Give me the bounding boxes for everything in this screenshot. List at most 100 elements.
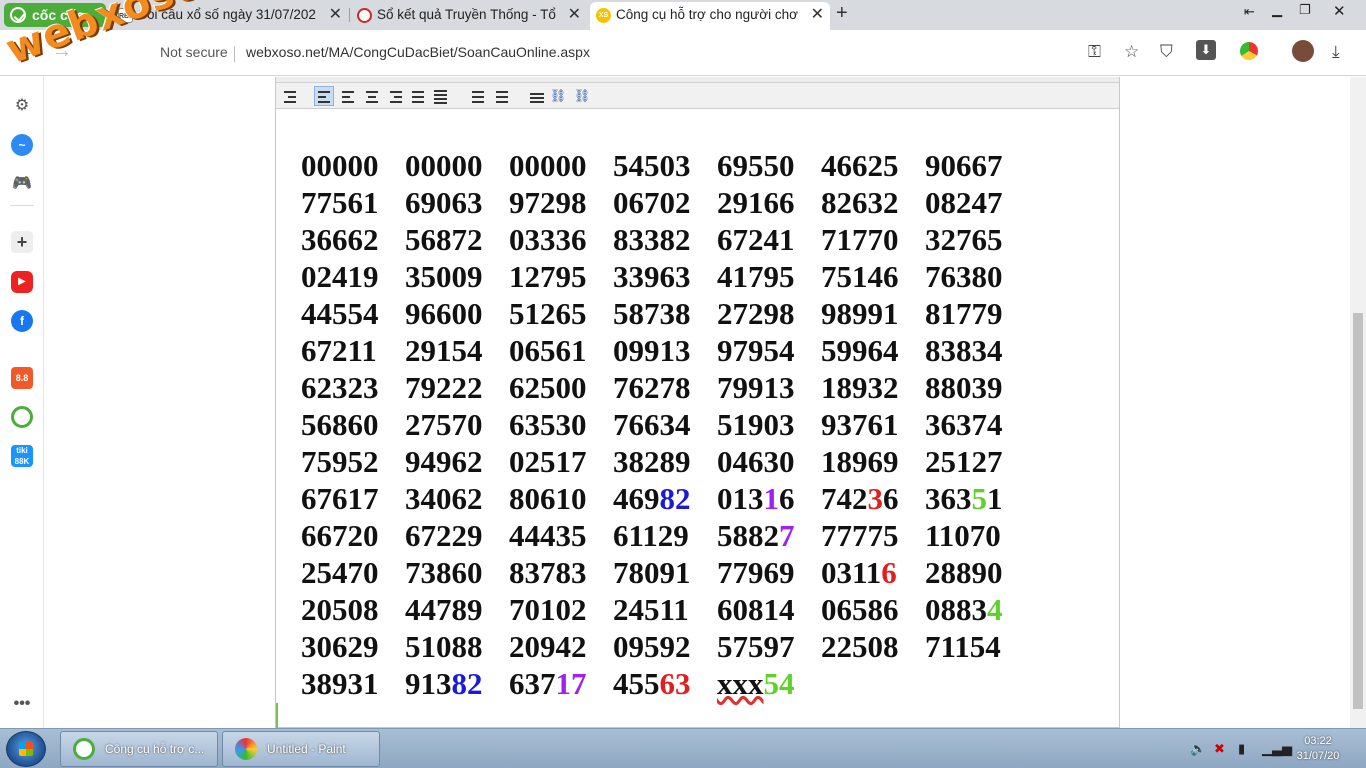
extension-icon[interactable] — [1240, 42, 1258, 60]
tab-so-ket-qua[interactable]: Sổ kết quả Truyền Thống - Tổ ✕ — [351, 2, 587, 30]
grid-number: 79222 — [405, 369, 483, 406]
youtube-icon[interactable]: ▶ — [11, 271, 33, 293]
number-text: 97298 — [509, 185, 587, 220]
network-error-icon[interactable]: ✖ — [1214, 741, 1225, 757]
number-text: 62500 — [509, 370, 587, 405]
align-right-icon[interactable] — [386, 86, 406, 106]
rich-text-editor[interactable]: ⛓ ⛓ 00000 00000 00000 54503 69550 46625 90667 7… — [275, 77, 1120, 728]
system-clock[interactable]: 03:22 31/07/20 — [1288, 734, 1348, 764]
address-bar[interactable]: Not secure webxoso.net/MA/CongCuDacBiet/… — [88, 36, 1108, 70]
key-icon[interactable]: ⚿ — [1088, 42, 1101, 62]
number-text: 78091 — [613, 555, 691, 590]
number-text: 94962 — [405, 444, 483, 479]
new-tab-icon[interactable]: + — [836, 2, 848, 25]
messenger-icon[interactable]: ~ — [11, 134, 33, 156]
volume-icon[interactable]: 🔈 — [1190, 741, 1206, 757]
page-scrollbar[interactable] — [1350, 77, 1366, 728]
tiki-icon[interactable]: tiki 88K — [11, 445, 33, 467]
grid-number: 41795 — [717, 258, 795, 295]
grid-number: 56872 — [405, 221, 483, 258]
number-text: 67241 — [717, 222, 795, 257]
grid-number: 80610 — [509, 480, 587, 517]
grid-number: 59964 — [821, 332, 899, 369]
number-text: 67617 — [301, 481, 379, 516]
tab-label: Sổ kết quả Truyền Thống - Tổ — [377, 7, 556, 22]
taskbar-item-browser[interactable]: Công cụ hỗ trợ c... — [60, 731, 218, 767]
grid-number: 35009 — [405, 258, 483, 295]
power-icon[interactable]: ▮ — [1238, 741, 1245, 757]
taskbar-item-paint[interactable]: Untitled - Paint — [222, 731, 380, 767]
star-icon[interactable]: ☆ — [1124, 42, 1139, 62]
grid-number: 36351 — [925, 480, 1003, 517]
clock-time: 03:22 — [1304, 735, 1332, 747]
number-text: 0883 — [925, 592, 987, 627]
shield-icon[interactable]: ⛉ — [1160, 42, 1173, 62]
minimize-icon[interactable]: ▁ — [1272, 2, 1282, 18]
number-text: 6 — [883, 481, 899, 516]
number-text: 71770 — [821, 222, 899, 257]
start-button[interactable] — [6, 731, 46, 767]
grid-number: 33963 — [613, 258, 691, 295]
close-tab-icon[interactable]: ✕ — [811, 2, 824, 28]
number-text: 6 — [779, 481, 795, 516]
justify-full-icon[interactable] — [430, 86, 450, 106]
more-icon[interactable]: ••• — [11, 693, 33, 715]
grid-number: 67229 — [405, 517, 483, 554]
restore-icon[interactable]: ❐ — [1299, 2, 1311, 18]
grid-number: 38931 — [301, 665, 379, 702]
number-text: 38931 — [301, 666, 379, 701]
number-text: 35009 — [405, 259, 483, 294]
number-text: 00000 — [301, 148, 379, 183]
tab-cong-cu[interactable]: XS Công cụ hỗ trợ cho người chơ ✕ — [590, 2, 830, 30]
numbered-list-icon[interactable] — [466, 86, 486, 106]
scrollbar-thumb[interactable] — [1353, 313, 1363, 709]
downloads-arrow-icon[interactable]: ⤓ — [1332, 42, 1340, 62]
number-text: 34062 — [405, 481, 483, 516]
grid-number: 12795 — [509, 258, 587, 295]
outdent-icon[interactable] — [280, 86, 300, 106]
shopee-icon[interactable]: 8.8 — [11, 367, 33, 389]
text-cursor — [276, 703, 278, 728]
game-controller-icon[interactable]: 🎮 — [11, 173, 33, 195]
horizontal-rule-icon[interactable] — [526, 86, 546, 106]
grid-number: 67617 — [301, 480, 379, 517]
close-tab-icon[interactable]: ✕ — [568, 2, 581, 28]
add-icon[interactable]: + — [11, 231, 33, 253]
number-grid: 00000 00000 00000 54503 69550 46625 90667 77561… — [301, 147, 1041, 702]
justify-icon[interactable] — [408, 86, 428, 106]
bullet-list-icon[interactable] — [490, 86, 510, 106]
grid-row: 44554 96600 51265 58738 27298 98991 81779 — [301, 295, 1041, 332]
number-text: 913 — [405, 666, 452, 701]
tab-search-icon[interactable]: ⇤ — [1244, 4, 1255, 20]
settings-gear-icon[interactable]: ⚙ — [11, 95, 33, 117]
align-left-icon[interactable] — [338, 86, 358, 106]
facebook-icon[interactable]: f — [11, 310, 33, 332]
grid-row: 38931 91382 63717 45563 xxx54 — [301, 665, 1041, 702]
close-window-icon[interactable]: ✕ — [1333, 2, 1346, 20]
grid-number: 56860 — [301, 406, 379, 443]
task-label: Công cụ hỗ trợ c... — [105, 742, 205, 756]
download-icon[interactable]: ⬇ — [1196, 40, 1216, 60]
number-text: 44554 — [301, 296, 379, 331]
close-tab-icon[interactable]: ✕ — [329, 2, 342, 28]
url-text[interactable]: webxoso.net/MA/CongCuDacBiet/SoanCauOnli… — [246, 44, 590, 60]
grid-number: 81779 — [925, 295, 1003, 332]
insert-link-icon[interactable]: ⛓ — [548, 86, 568, 106]
grid-number: 67241 — [717, 221, 795, 258]
avatar[interactable] — [1292, 40, 1314, 62]
grid-number: 20508 — [301, 591, 379, 628]
page-content: ⛓ ⛓ 00000 00000 00000 54503 69550 46625 90667 7… — [45, 77, 1350, 728]
url-divider — [234, 46, 235, 62]
grid-number: 62500 — [509, 369, 587, 406]
align-left-indent-icon[interactable] — [314, 86, 334, 106]
remove-link-icon[interactable]: ⛓ — [572, 86, 592, 106]
number-text: 90667 — [925, 148, 1003, 183]
grid-number: 91382 — [405, 665, 483, 702]
align-center-icon[interactable] — [362, 86, 382, 106]
number-text: 59964 — [821, 333, 899, 368]
number-text: 76380 — [925, 259, 1003, 294]
grid-row: 30629 51088 20942 09592 57597 22508 71154 — [301, 628, 1041, 665]
number-text: 70102 — [509, 592, 587, 627]
coccoc-map-icon[interactable] — [11, 406, 33, 428]
number-text: 98991 — [821, 296, 899, 331]
